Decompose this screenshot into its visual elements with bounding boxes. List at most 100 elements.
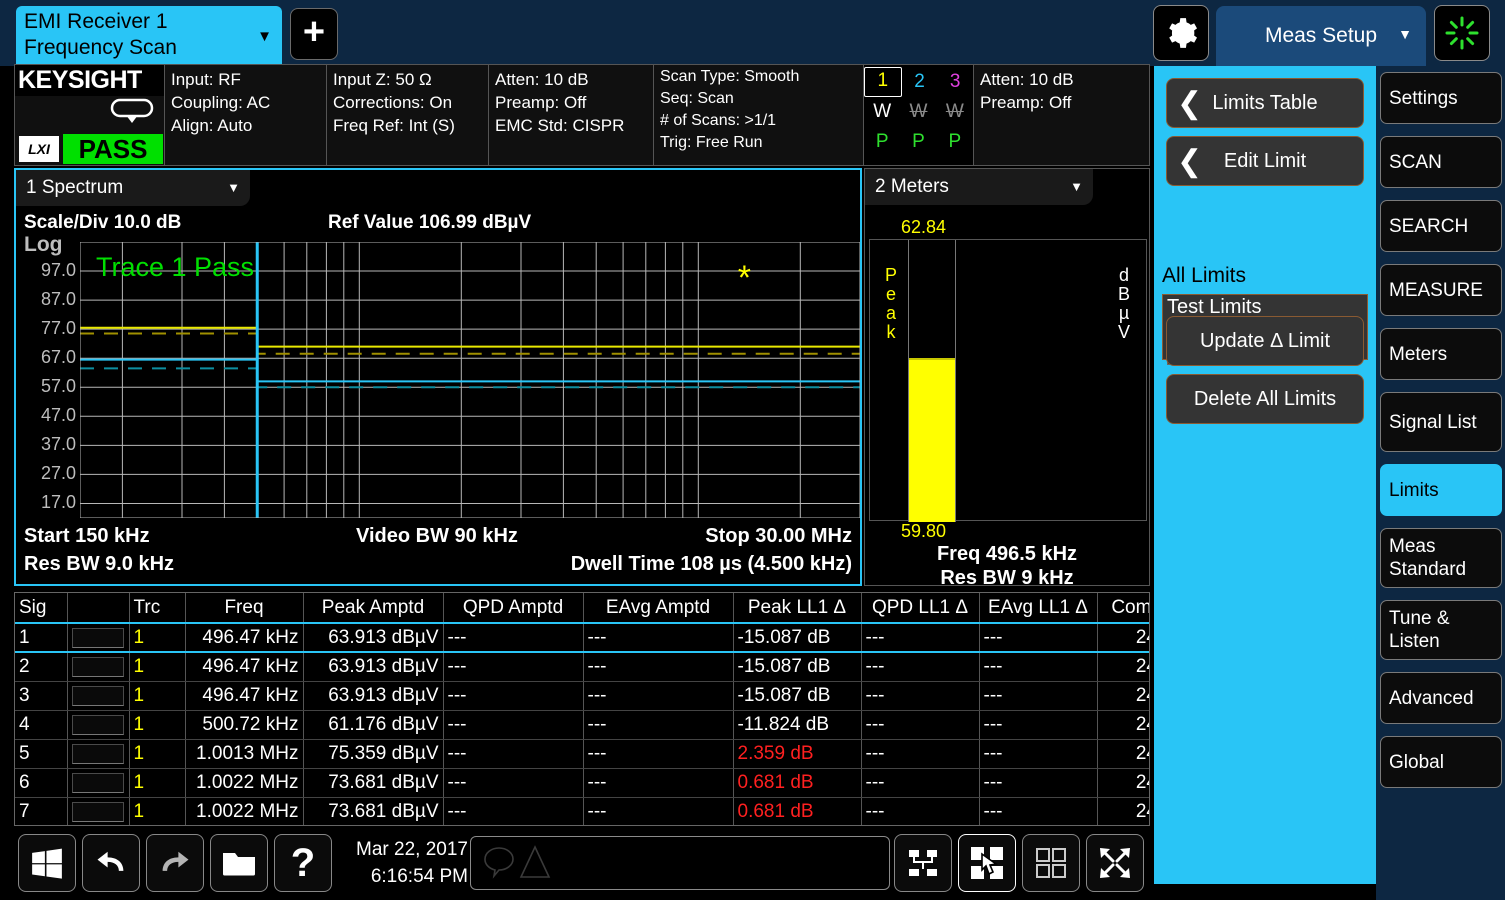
lxi-badge: LXI [19,136,59,162]
table-column-header[interactable]: Freq [185,593,303,623]
menu-item-advanced[interactable]: Advanced [1380,672,1502,724]
add-measurement-button[interactable]: + [290,8,338,60]
mode-tab-emi-receiver[interactable]: EMI Receiver 1 Frequency Scan ▼ [16,6,282,64]
log-scale-label: Log [24,233,62,257]
marker-star-icon[interactable]: * [738,268,751,288]
table-cell: 2 [15,652,67,681]
table-cell: 1 [129,739,185,768]
menu-item-settings[interactable]: Settings [1380,72,1502,124]
update-delta-limit-button[interactable]: Update Δ Limit [1166,316,1364,366]
menu-item-global[interactable]: Global [1380,736,1502,788]
stop-frequency-label[interactable]: Stop 30.00 MHz [705,525,852,548]
network-button[interactable] [894,834,952,892]
table-cell: 7 [15,797,67,826]
table-cell: 24.500 dB [1097,768,1150,797]
table-row[interactable]: 711.0022 MHz73.681 dBµV------0.681 dB---… [15,797,1150,826]
table-cell: -15.087 dB [733,652,861,681]
table-column-header[interactable]: QPD LL1 Δ [861,593,979,623]
trace-1-number[interactable]: 1 [864,67,902,97]
window-tile-button[interactable] [1022,834,1080,892]
meter-unit-label: dBµV [1116,266,1132,342]
table-column-header[interactable]: Composite / [1097,593,1150,623]
trace-color-swatch [72,744,124,764]
table-cell: 24.500 dB [1097,797,1150,826]
signal-list-table[interactable]: Sig TrcFreqPeak AmptdQPD AmptdEAvg AmptdP… [14,592,1150,826]
limits-table-button[interactable]: ❮ Limits Table [1166,78,1364,128]
table-column-header[interactable]: Sig [15,593,67,623]
table-row[interactable]: 511.0013 MHz75.359 dBµV------2.359 dB---… [15,739,1150,768]
mode-tab-line2: Frequency Scan [24,35,274,61]
busy-indicator-icon [1442,13,1482,53]
busy-indicator-button[interactable] [1434,5,1490,61]
table-column-header[interactable]: QPD Amptd [443,593,583,623]
gear-button[interactable] [1153,5,1209,61]
table-row[interactable]: 611.0022 MHz73.681 dBµV------0.681 dB---… [15,768,1150,797]
table-row[interactable]: 31496.47 kHz63.913 dBµV-------15.087 dB-… [15,681,1150,710]
delete-all-limits-button[interactable]: Delete All Limits [1166,374,1364,424]
table-body[interactable]: 11496.47 kHz63.913 dBµV-------15.087 dB-… [15,623,1150,826]
undo-button[interactable] [82,834,140,892]
trace-3-detector: W [937,97,973,127]
table-column-header[interactable]: Peak Amptd [303,593,443,623]
annotation-input[interactable] [470,836,890,890]
menu-item-signal-list[interactable]: Signal List [1380,392,1502,452]
meter-frequency-label[interactable]: Freq 496.5 kHz [865,543,1149,566]
chevron-down-icon[interactable]: ▼ [1398,26,1412,42]
info-col-atten2[interactable]: Atten: 10 dB Preamp: Off [974,65,1139,165]
fullscreen-button[interactable] [1086,834,1144,892]
menu-item-meas-standard[interactable]: Meas Standard [1380,528,1502,588]
menu-item-measure[interactable]: MEASURE [1380,264,1502,316]
meas-setup-tab[interactable]: Meas Setup ▼ [1216,6,1426,66]
dwell-time-label[interactable]: Dwell Time 108 µs (4.500 kHz) [571,553,852,576]
trace-2-number[interactable]: 2 [902,67,938,97]
folder-button[interactable] [210,834,268,892]
right-menu-column: Settings SCAN SEARCH MEASURE Meters Signal Li… [1376,66,1505,900]
help-icon: ? [291,841,315,885]
redo-button[interactable] [146,834,204,892]
menu-item-tune-listen[interactable]: Tune & Listen [1380,600,1502,660]
table-cell: --- [443,681,583,710]
video-bw-label[interactable]: Video BW 90 kHz [356,525,518,548]
top-tab-bar: EMI Receiver 1 Frequency Scan ▼ + Meas S… [0,0,1505,66]
undo-icon [93,845,129,881]
brand-status-cell: KEYSIGHT LXI PASS [15,65,165,165]
start-frequency-label[interactable]: Start 150 kHz [24,525,150,548]
trace-3-number[interactable]: 3 [937,67,973,97]
table-row[interactable]: 21496.47 kHz63.913 dBµV-------15.087 dB-… [15,652,1150,681]
meters-window-selector[interactable]: 2 Meters ▼ [865,169,1093,205]
info-col-impedance[interactable]: Input Z: 50 Ω Corrections: On Freq Ref: … [327,65,489,165]
meter-res-bw-label[interactable]: Res BW 9 kHz [865,567,1149,590]
spectrum-display-panel[interactable]: Scale/Div 10.0 dB Ref Value 106.99 dBµV … [14,168,862,586]
chevron-down-icon[interactable]: ▼ [1070,169,1083,205]
table-cell: --- [979,623,1097,652]
meters-display-panel[interactable]: 62.84 Peak dBµV 59.80 Freq 496.5 kHz Res… [864,168,1150,586]
info-col-scan[interactable]: Scan Type: Smooth Seq: Scan # of Scans: … [654,65,864,165]
chevron-left-icon: ❮ [1177,87,1202,120]
bottom-toolbar: ? Mar 22, 2017 6:16:54 PM [0,828,1150,900]
help-button[interactable]: ? [274,834,332,892]
info-col-input[interactable]: Input: RF Coupling: AC Align: Auto [165,65,327,165]
menu-item-search[interactable]: SEARCH [1380,200,1502,252]
menu-item-limits[interactable]: Limits [1380,464,1502,516]
trace-indicator-cell[interactable]: 1 2 3 W W W P P P [864,65,974,165]
spectrum-window-selector[interactable]: 1 Spectrum ▼ [16,170,250,206]
table-row[interactable]: 11496.47 kHz63.913 dBµV-------15.087 dB-… [15,623,1150,652]
menu-item-meters[interactable]: Meters [1380,328,1502,380]
table-row[interactable]: 41500.72 kHz61.176 dBµV-------11.824 dB-… [15,710,1150,739]
table-cell-color-swatch [67,681,129,710]
info-col-atten[interactable]: Atten: 10 dB Preamp: Off EMC Std: CISPR [489,65,654,165]
touch-pointer-button[interactable] [958,834,1016,892]
chevron-down-icon[interactable]: ▼ [257,24,272,50]
menu-item-scan[interactable]: SCAN [1380,136,1502,188]
table-column-header[interactable]: Trc [129,593,185,623]
res-bw-label[interactable]: Res BW 9.0 kHz [24,553,174,576]
table-column-header[interactable] [67,593,129,623]
chevron-down-icon[interactable]: ▼ [227,170,240,206]
table-column-header[interactable]: EAvg Amptd [583,593,733,623]
meters-title-label: 2 Meters [875,176,949,197]
table-column-header[interactable]: Peak LL1 Δ [733,593,861,623]
windows-start-button[interactable] [18,834,76,892]
table-column-header[interactable]: EAvg LL1 Δ [979,593,1097,623]
table-cell: --- [861,739,979,768]
edit-limit-button[interactable]: ❮ Edit Limit [1166,136,1364,186]
